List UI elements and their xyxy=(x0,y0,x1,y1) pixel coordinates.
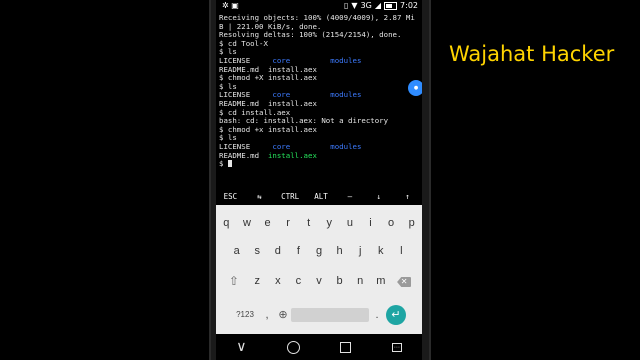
navigation-bar: ∨ ⋯ xyxy=(216,334,422,360)
terminal-blue-text: modules xyxy=(330,55,362,65)
keyboard-row-1: qwertyuiop xyxy=(216,211,422,237)
terminal-line: $ cd Tool-X xyxy=(219,39,420,49)
network-type: 3G xyxy=(360,1,372,10)
extra-key[interactable]: ALT xyxy=(314,192,328,201)
key-n[interactable]: n xyxy=(350,269,371,293)
keyboard-row-4: ?123 , ⊕ . ↵ xyxy=(216,303,422,329)
shift-icon[interactable]: ⇧ xyxy=(221,269,247,293)
vibrate-icon: ▯ xyxy=(344,1,349,10)
terminal-text: $ xyxy=(219,159,228,169)
key-b[interactable]: b xyxy=(329,269,350,293)
space-bar[interactable] xyxy=(291,308,369,322)
extra-keys-row: ESC ⇆ CTRL ALT — ↓ ↑ xyxy=(216,189,422,203)
soft-keyboard: qwertyuiop asdfghjkl ⇧ z x c v b n m ✕ ?123 , ⊕ … xyxy=(216,205,422,334)
symbols-key[interactable]: ?123 xyxy=(231,303,259,327)
terminal-line: $ xyxy=(219,159,420,169)
key-h[interactable]: h xyxy=(329,239,350,263)
enter-icon: ↵ xyxy=(386,305,406,325)
key-s[interactable]: s xyxy=(247,239,268,263)
enter-key[interactable]: ↵ xyxy=(385,303,407,327)
keyboard-row-2: asdfghjkl xyxy=(216,239,422,265)
wifi-icon: ▼ xyxy=(351,1,358,10)
backspace-icon: ✕ xyxy=(397,277,412,287)
extra-key[interactable]: CTRL xyxy=(281,192,299,201)
key-i[interactable]: i xyxy=(360,211,381,235)
key-t[interactable]: t xyxy=(298,211,319,235)
key-e[interactable]: e xyxy=(257,211,278,235)
signal-icon: ◢ xyxy=(374,1,382,10)
terminal-blue-text: modules xyxy=(330,90,362,100)
key-y[interactable]: y xyxy=(319,211,340,235)
key-p[interactable]: p xyxy=(401,211,422,235)
key-w[interactable]: w xyxy=(237,211,258,235)
terminal-blue-text: modules xyxy=(330,141,362,151)
recent-apps-icon[interactable] xyxy=(340,341,352,353)
key-v[interactable]: v xyxy=(309,269,330,293)
terminal-cursor xyxy=(227,160,232,168)
terminal-line: $ chmod +x install.aex xyxy=(219,125,420,135)
period-key[interactable]: . xyxy=(369,303,385,327)
key-g[interactable]: g xyxy=(309,239,330,263)
comma-key[interactable]: , xyxy=(259,303,275,327)
extra-key[interactable]: ESC xyxy=(223,192,238,201)
clock: 7:02 xyxy=(400,1,418,10)
extra-key[interactable]: ↑ xyxy=(401,192,415,201)
key-f[interactable]: f xyxy=(288,239,309,263)
key-u[interactable]: u xyxy=(340,211,361,235)
key-x[interactable]: x xyxy=(268,269,289,293)
extra-key[interactable]: — xyxy=(343,192,357,201)
key-m[interactable]: m xyxy=(370,269,391,293)
back-chevron-icon[interactable]: ∨ xyxy=(236,339,246,355)
backspace-key[interactable]: ✕ xyxy=(391,269,417,293)
extra-key[interactable]: ⇆ xyxy=(252,192,266,201)
key-q[interactable]: q xyxy=(216,211,237,235)
terminal-line: $ chmod +X install.aex xyxy=(219,73,420,83)
key-c[interactable]: c xyxy=(288,269,309,293)
terminal-green-text: install.aex xyxy=(267,150,317,160)
key-o[interactable]: o xyxy=(381,211,402,235)
globe-icon[interactable]: ⊕ xyxy=(275,303,291,327)
key-a[interactable]: a xyxy=(226,239,247,263)
terminal-line: README.md install.aex xyxy=(219,150,420,161)
key-l[interactable]: l xyxy=(391,239,412,263)
video-frame: ✲ ▣ ▯ ▼ 3G ◢ 7:02 Receiving objects: 100… xyxy=(0,0,640,360)
floating-bubble-icon[interactable]: ● xyxy=(408,80,422,96)
menu-icon[interactable]: ⋯ xyxy=(391,342,402,352)
extra-key[interactable]: ↓ xyxy=(372,192,386,201)
home-circle-icon[interactable] xyxy=(286,340,300,354)
phone-screen: ✲ ▣ ▯ ▼ 3G ◢ 7:02 Receiving objects: 100… xyxy=(216,0,422,334)
notification-icon: ▣ xyxy=(231,1,239,10)
settings-icon: ✲ xyxy=(222,1,229,10)
key-k[interactable]: k xyxy=(370,239,391,263)
key-d[interactable]: d xyxy=(268,239,289,263)
status-bar: ✲ ▣ ▯ ▼ 3G ◢ 7:02 xyxy=(216,0,422,12)
keyboard-row-3: ⇧ z x c v b n m ✕ xyxy=(216,269,422,295)
key-z[interactable]: z xyxy=(247,269,268,293)
terminal-output[interactable]: Receiving objects: 100% (4009/4009), 2.8… xyxy=(219,13,420,189)
key-r[interactable]: r xyxy=(278,211,299,235)
battery-icon xyxy=(384,2,398,10)
key-j[interactable]: j xyxy=(350,239,371,263)
watermark-text: Wajahat Hacker xyxy=(449,42,615,66)
